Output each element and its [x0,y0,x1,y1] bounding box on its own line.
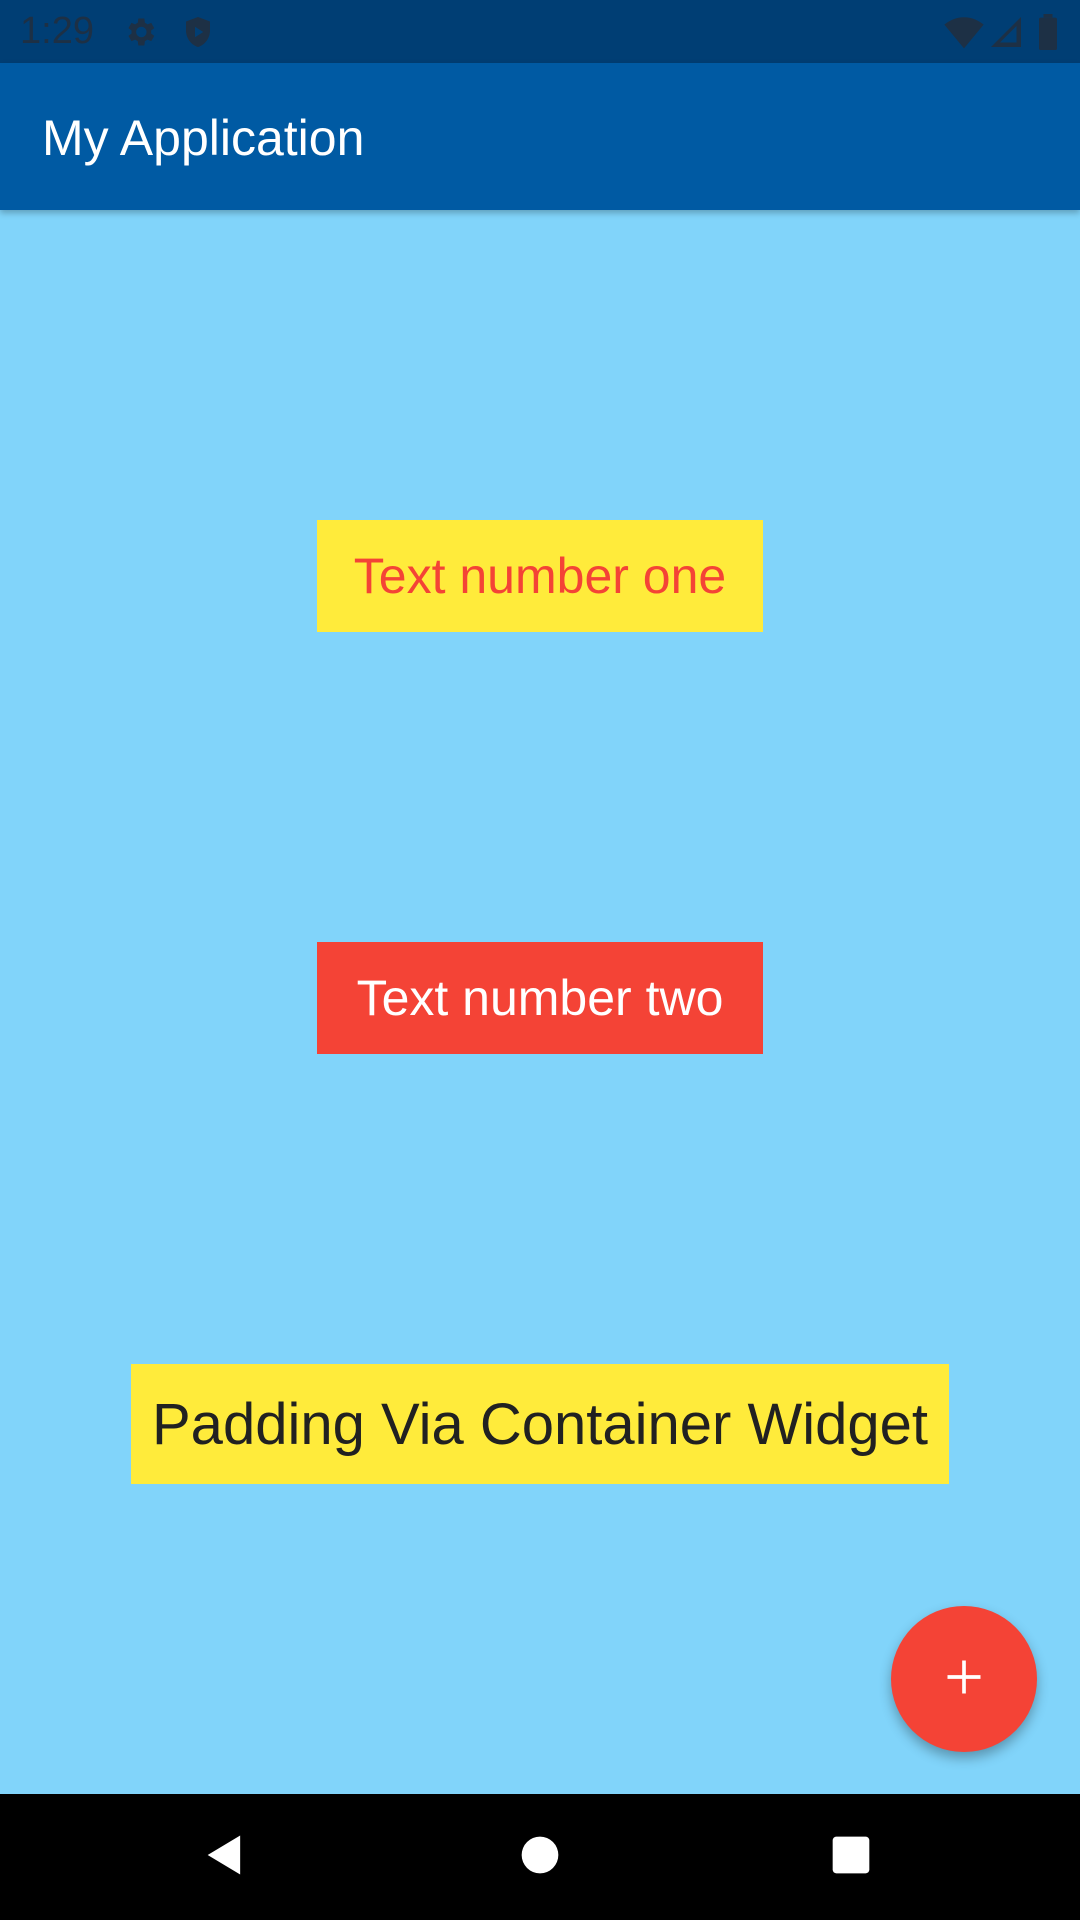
text-number-one-box: Text number one [317,520,763,632]
wifi-icon [944,14,984,50]
gear-icon [122,14,158,50]
home-button[interactable] [507,1824,573,1890]
plus-icon [942,1655,986,1704]
status-bar: 1:29 [0,0,1080,63]
shield-icon [180,14,216,50]
padding-container-box: Padding Via Container Widget [131,1364,949,1484]
status-time: 1:29 [20,10,94,52]
padding-container-text: Padding Via Container Widget [152,1391,928,1457]
screen: 1:29 My Application Text number one Text… [0,0,1080,1920]
app-bar: My Application [0,63,1080,210]
text-number-one: Text number one [353,548,727,604]
app-title: My Application [42,110,365,166]
recents-button[interactable] [818,1824,884,1890]
recents-icon [829,1833,873,1882]
home-icon [518,1833,562,1882]
add-fab-button[interactable] [891,1606,1037,1752]
text-number-two-box: Text number two [317,942,763,1054]
back-icon [199,1829,251,1886]
back-button[interactable] [192,1824,258,1890]
navigation-bar [0,1794,1080,1920]
text-number-two: Text number two [356,970,724,1026]
signal-icon [988,14,1024,50]
battery-icon [1036,14,1060,51]
